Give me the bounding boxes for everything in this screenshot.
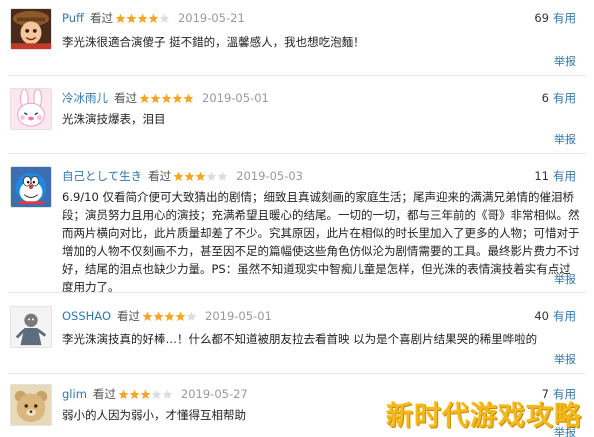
report-link[interactable]: 举报 xyxy=(554,351,576,367)
review-header: Puff 看过 2019-05-21 xyxy=(62,9,245,27)
useful-count: 40 xyxy=(534,309,549,323)
divider xyxy=(8,75,586,76)
user-avatar[interactable] xyxy=(10,384,52,426)
bunny-avatar-image xyxy=(11,89,51,129)
review-date: 2019-05-27 xyxy=(180,387,248,401)
star-empty-icon xyxy=(162,389,173,399)
star-empty-icon xyxy=(159,13,170,23)
report-link[interactable]: 举报 xyxy=(554,271,576,287)
useful-vote[interactable]: 11 有用 xyxy=(534,167,576,185)
review-text: 李光洙演技真的好棒…！什么都不知道被朋友拉去看首映 以为是个喜剧片结果哭的稀里哗… xyxy=(62,332,538,346)
review-text: 6.9/10 仅看简介便可大致猜出的剧情；细致且真诚刻画的家庭生活；尾声迎来的满… xyxy=(62,190,580,294)
review-text: 光洙演技爆表，泪目 xyxy=(62,112,166,126)
star-filled-icon xyxy=(150,93,161,103)
star-empty-icon xyxy=(206,171,217,181)
useful-button[interactable]: 有用 xyxy=(553,10,576,26)
star-filled-icon xyxy=(195,171,206,181)
user-avatar[interactable] xyxy=(10,306,52,348)
star-empty-icon xyxy=(217,171,228,181)
seen-label: 看过 xyxy=(92,387,116,401)
useful-button[interactable]: 有用 xyxy=(553,90,576,106)
useful-button[interactable]: 有用 xyxy=(553,308,576,324)
star-filled-icon xyxy=(115,13,126,23)
useful-vote[interactable]: 6 有用 xyxy=(542,89,576,107)
star-filled-icon xyxy=(126,13,137,23)
username-link[interactable]: Puff xyxy=(62,11,84,25)
review-date: 2019-05-03 xyxy=(236,169,303,183)
useful-count: 69 xyxy=(534,11,549,25)
star-filled-icon xyxy=(148,13,159,23)
review-text: 李光洙很適合演傻子 挺不錯的，溫馨感人，我也想吃泡麵！ xyxy=(62,35,365,49)
seen-label: 看过 xyxy=(89,11,113,25)
user-avatar[interactable] xyxy=(10,166,52,208)
woody-avatar-image xyxy=(11,9,51,49)
seen-label: 看过 xyxy=(114,91,137,105)
review-date: 2019-05-01 xyxy=(205,309,272,323)
rating-stars xyxy=(115,13,170,24)
star-filled-icon xyxy=(137,13,148,23)
star-filled-icon xyxy=(184,171,195,181)
rating-stars xyxy=(173,171,228,182)
star-empty-icon xyxy=(151,389,162,399)
star-filled-icon xyxy=(118,389,129,399)
useful-count: 6 xyxy=(541,91,549,105)
useful-count: 11 xyxy=(534,169,549,183)
username-link[interactable]: 自己として生き xyxy=(62,168,142,184)
useful-button[interactable]: 有用 xyxy=(553,168,576,184)
star-filled-icon xyxy=(140,389,151,399)
review-date: 2019-05-01 xyxy=(202,91,269,105)
report-link[interactable]: 举报 xyxy=(554,131,576,147)
rating-stars xyxy=(118,389,173,400)
rating-stars xyxy=(142,311,197,322)
user-avatar[interactable] xyxy=(10,8,52,50)
star-filled-icon xyxy=(129,389,140,399)
username-link[interactable]: glim xyxy=(62,387,87,401)
star-filled-icon xyxy=(183,93,194,103)
star-filled-icon xyxy=(161,93,172,103)
review-header: 自己として生き 看过 2019-05-03 xyxy=(62,167,303,185)
star-filled-icon xyxy=(139,93,150,103)
star-empty-icon xyxy=(186,311,197,321)
seen-label: 看过 xyxy=(148,169,172,183)
cartoon-avatar-image xyxy=(11,307,51,347)
seen-label: 看过 xyxy=(117,309,141,323)
review-header: glim 看过 2019-05-27 xyxy=(62,385,248,403)
divider xyxy=(8,373,586,374)
star-filled-icon xyxy=(142,311,153,321)
watermark-text: 新时代游戏攻略 xyxy=(386,401,582,432)
divider xyxy=(8,292,586,293)
user-avatar[interactable] xyxy=(10,88,52,130)
doraemon-avatar-image xyxy=(11,167,51,207)
divider xyxy=(8,153,586,154)
username-link[interactable]: OSSHAO xyxy=(62,309,111,323)
star-filled-icon xyxy=(164,311,175,321)
star-filled-icon xyxy=(172,93,183,103)
useful-vote[interactable]: 69 有用 xyxy=(534,9,576,27)
review-date: 2019-05-21 xyxy=(177,11,245,25)
review-header: OSSHAO 看过 2019-05-01 xyxy=(62,307,272,325)
bear-avatar-image xyxy=(11,385,51,425)
review-header: 冷冰雨儿 看过 2019-05-01 xyxy=(62,89,269,107)
useful-vote[interactable]: 40 有用 xyxy=(534,307,576,325)
star-filled-icon xyxy=(173,171,184,181)
rating-stars xyxy=(139,93,194,104)
report-link[interactable]: 举报 xyxy=(554,53,576,69)
username-link[interactable]: 冷冰雨儿 xyxy=(62,90,108,106)
star-filled-icon xyxy=(175,311,186,321)
star-filled-icon xyxy=(153,311,164,321)
